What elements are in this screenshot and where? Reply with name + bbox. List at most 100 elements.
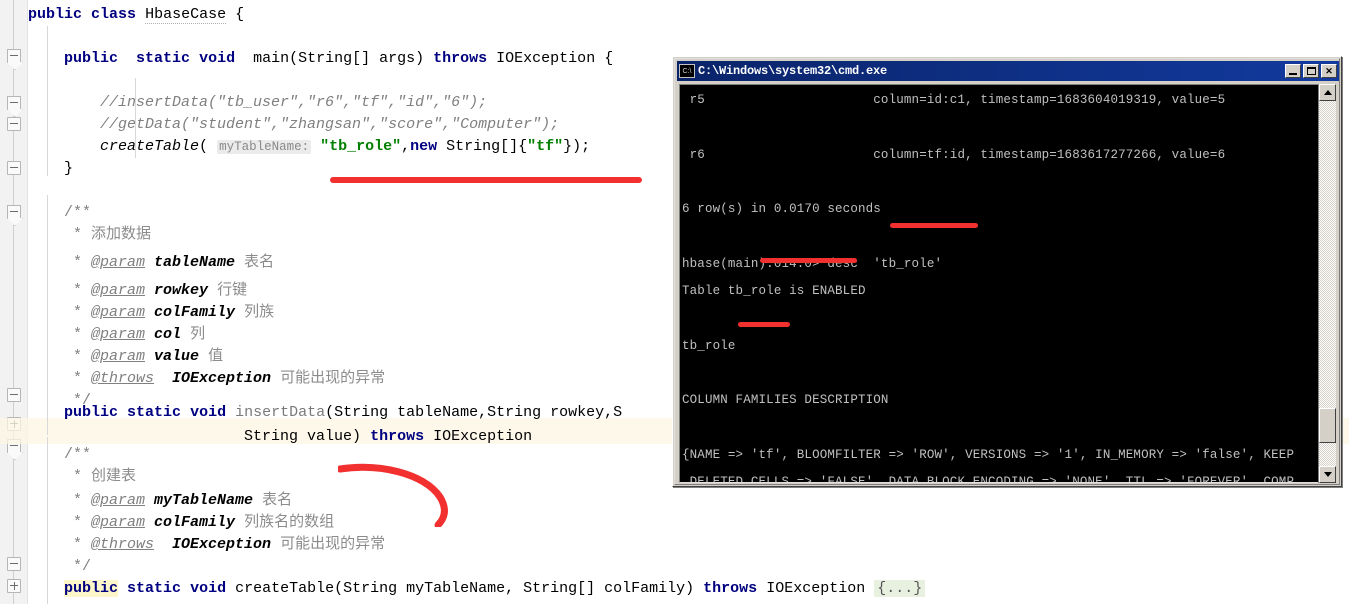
code-token: 创建表 — [91, 468, 137, 485]
code-token: IOException { — [487, 50, 614, 67]
maximize-button[interactable] — [1303, 64, 1319, 78]
code-token: //getData("student","zhangsan","score","… — [100, 116, 560, 133]
code-token: 列 — [190, 326, 206, 343]
scroll-down-button[interactable] — [1319, 466, 1336, 483]
code-token: * — [28, 282, 92, 299]
scroll-up-button[interactable] — [1319, 84, 1336, 101]
code-token: //insertData("tb_user","r6","tf","id","6… — [100, 94, 488, 111]
code-token: }); — [563, 138, 591, 155]
fold-collapse-icon[interactable] — [7, 388, 21, 402]
code-token: insertData — [235, 404, 326, 421]
code-token: public — [64, 580, 119, 597]
cmd-title-bar[interactable]: C:\ C:\Windows\system32\cmd.exe ✕ — [677, 61, 1339, 81]
indent-guide — [47, 195, 48, 435]
editor-gutter[interactable] — [0, 0, 28, 604]
code-line[interactable]: String value) throws IOException — [28, 424, 532, 450]
fold-collapse-icon[interactable] — [7, 557, 21, 571]
code-token: { — [226, 6, 245, 23]
code-line[interactable]: * 创建表 — [28, 464, 136, 490]
fold-sign — [10, 211, 18, 212]
code-token: 表名 — [262, 492, 293, 509]
code-token: @param — [91, 492, 146, 509]
fold-collapse-icon[interactable] — [7, 117, 21, 131]
code-token: * — [28, 304, 92, 321]
close-icon: ✕ — [1325, 66, 1333, 76]
close-button[interactable]: ✕ — [1321, 64, 1337, 78]
indent-guide — [47, 26, 48, 176]
code-line[interactable]: public static void insertData(String tab… — [28, 400, 622, 426]
cmd-app-icon: C:\ — [679, 64, 695, 78]
maximize-icon — [1307, 67, 1316, 75]
gutter-rail — [13, 0, 14, 604]
fold-collapse-icon[interactable] — [7, 96, 21, 110]
code-token: throws — [433, 50, 488, 67]
code-token: void — [190, 580, 227, 597]
code-line[interactable]: * @param tableName 表名 — [28, 250, 274, 276]
fold-sign — [10, 445, 18, 446]
code-token: static — [127, 580, 182, 597]
console-text: r5 column=id:c1, timestamp=1683604019319… — [682, 93, 1295, 483]
code-token: /** — [64, 204, 92, 221]
code-token: * — [28, 348, 92, 365]
code-token: , — [401, 138, 411, 155]
code-token: * — [28, 226, 92, 243]
scrollbar-thumb[interactable] — [1319, 407, 1336, 443]
code-token: HbaseCase — [145, 6, 227, 24]
code-line[interactable]: public static void createTable(String my… — [28, 576, 926, 602]
code-token: static — [127, 404, 182, 421]
code-line[interactable]: createTable( myTableName: "tb_role",new … — [28, 134, 590, 160]
code-line[interactable]: public static void main(String[] args) t… — [28, 46, 613, 72]
code-token: (String tableName,String rowkey,S — [325, 404, 623, 421]
code-token: throws — [703, 580, 758, 597]
code-token: @throws — [91, 370, 155, 387]
fold-collapse-icon[interactable] — [7, 205, 21, 219]
code-token: 可能出现的异常 — [280, 536, 386, 553]
fold-collapse-icon[interactable] — [7, 161, 21, 175]
code-token: * — [28, 326, 92, 343]
fold-expand-icon[interactable] — [7, 579, 21, 593]
code-line[interactable]: public class HbaseCase { — [28, 2, 244, 28]
code-token: @param — [91, 254, 146, 271]
code-token: void — [199, 50, 236, 67]
code-token: /** — [64, 446, 92, 463]
code-token: "tb_role" — [320, 138, 402, 155]
console-vertical-scrollbar[interactable] — [1318, 84, 1336, 483]
code-token: @param — [91, 282, 146, 299]
code-token: 添加数据 — [91, 226, 152, 243]
code-token: (String[] args) — [289, 50, 434, 67]
code-token: */ — [73, 558, 92, 575]
code-token: * — [28, 468, 92, 485]
minimize-button[interactable] — [1285, 64, 1301, 78]
cmd-window[interactable]: C:\ C:\Windows\system32\cmd.exe ✕ r5 col… — [672, 56, 1342, 487]
window-controls[interactable]: ✕ — [1285, 64, 1337, 78]
console-output-area[interactable]: r5 column=id:c1, timestamp=1683604019319… — [679, 84, 1321, 483]
code-token: * — [28, 254, 92, 271]
chevron-up-icon — [1324, 90, 1332, 95]
code-token: 值 — [208, 348, 224, 365]
fold-collapse-icon[interactable] — [7, 49, 21, 63]
code-line[interactable]: } — [28, 156, 73, 182]
code-token: myTableName — [154, 492, 254, 509]
code-token: * — [28, 492, 92, 509]
code-token: @param — [91, 326, 146, 343]
code-token: class — [91, 6, 137, 23]
